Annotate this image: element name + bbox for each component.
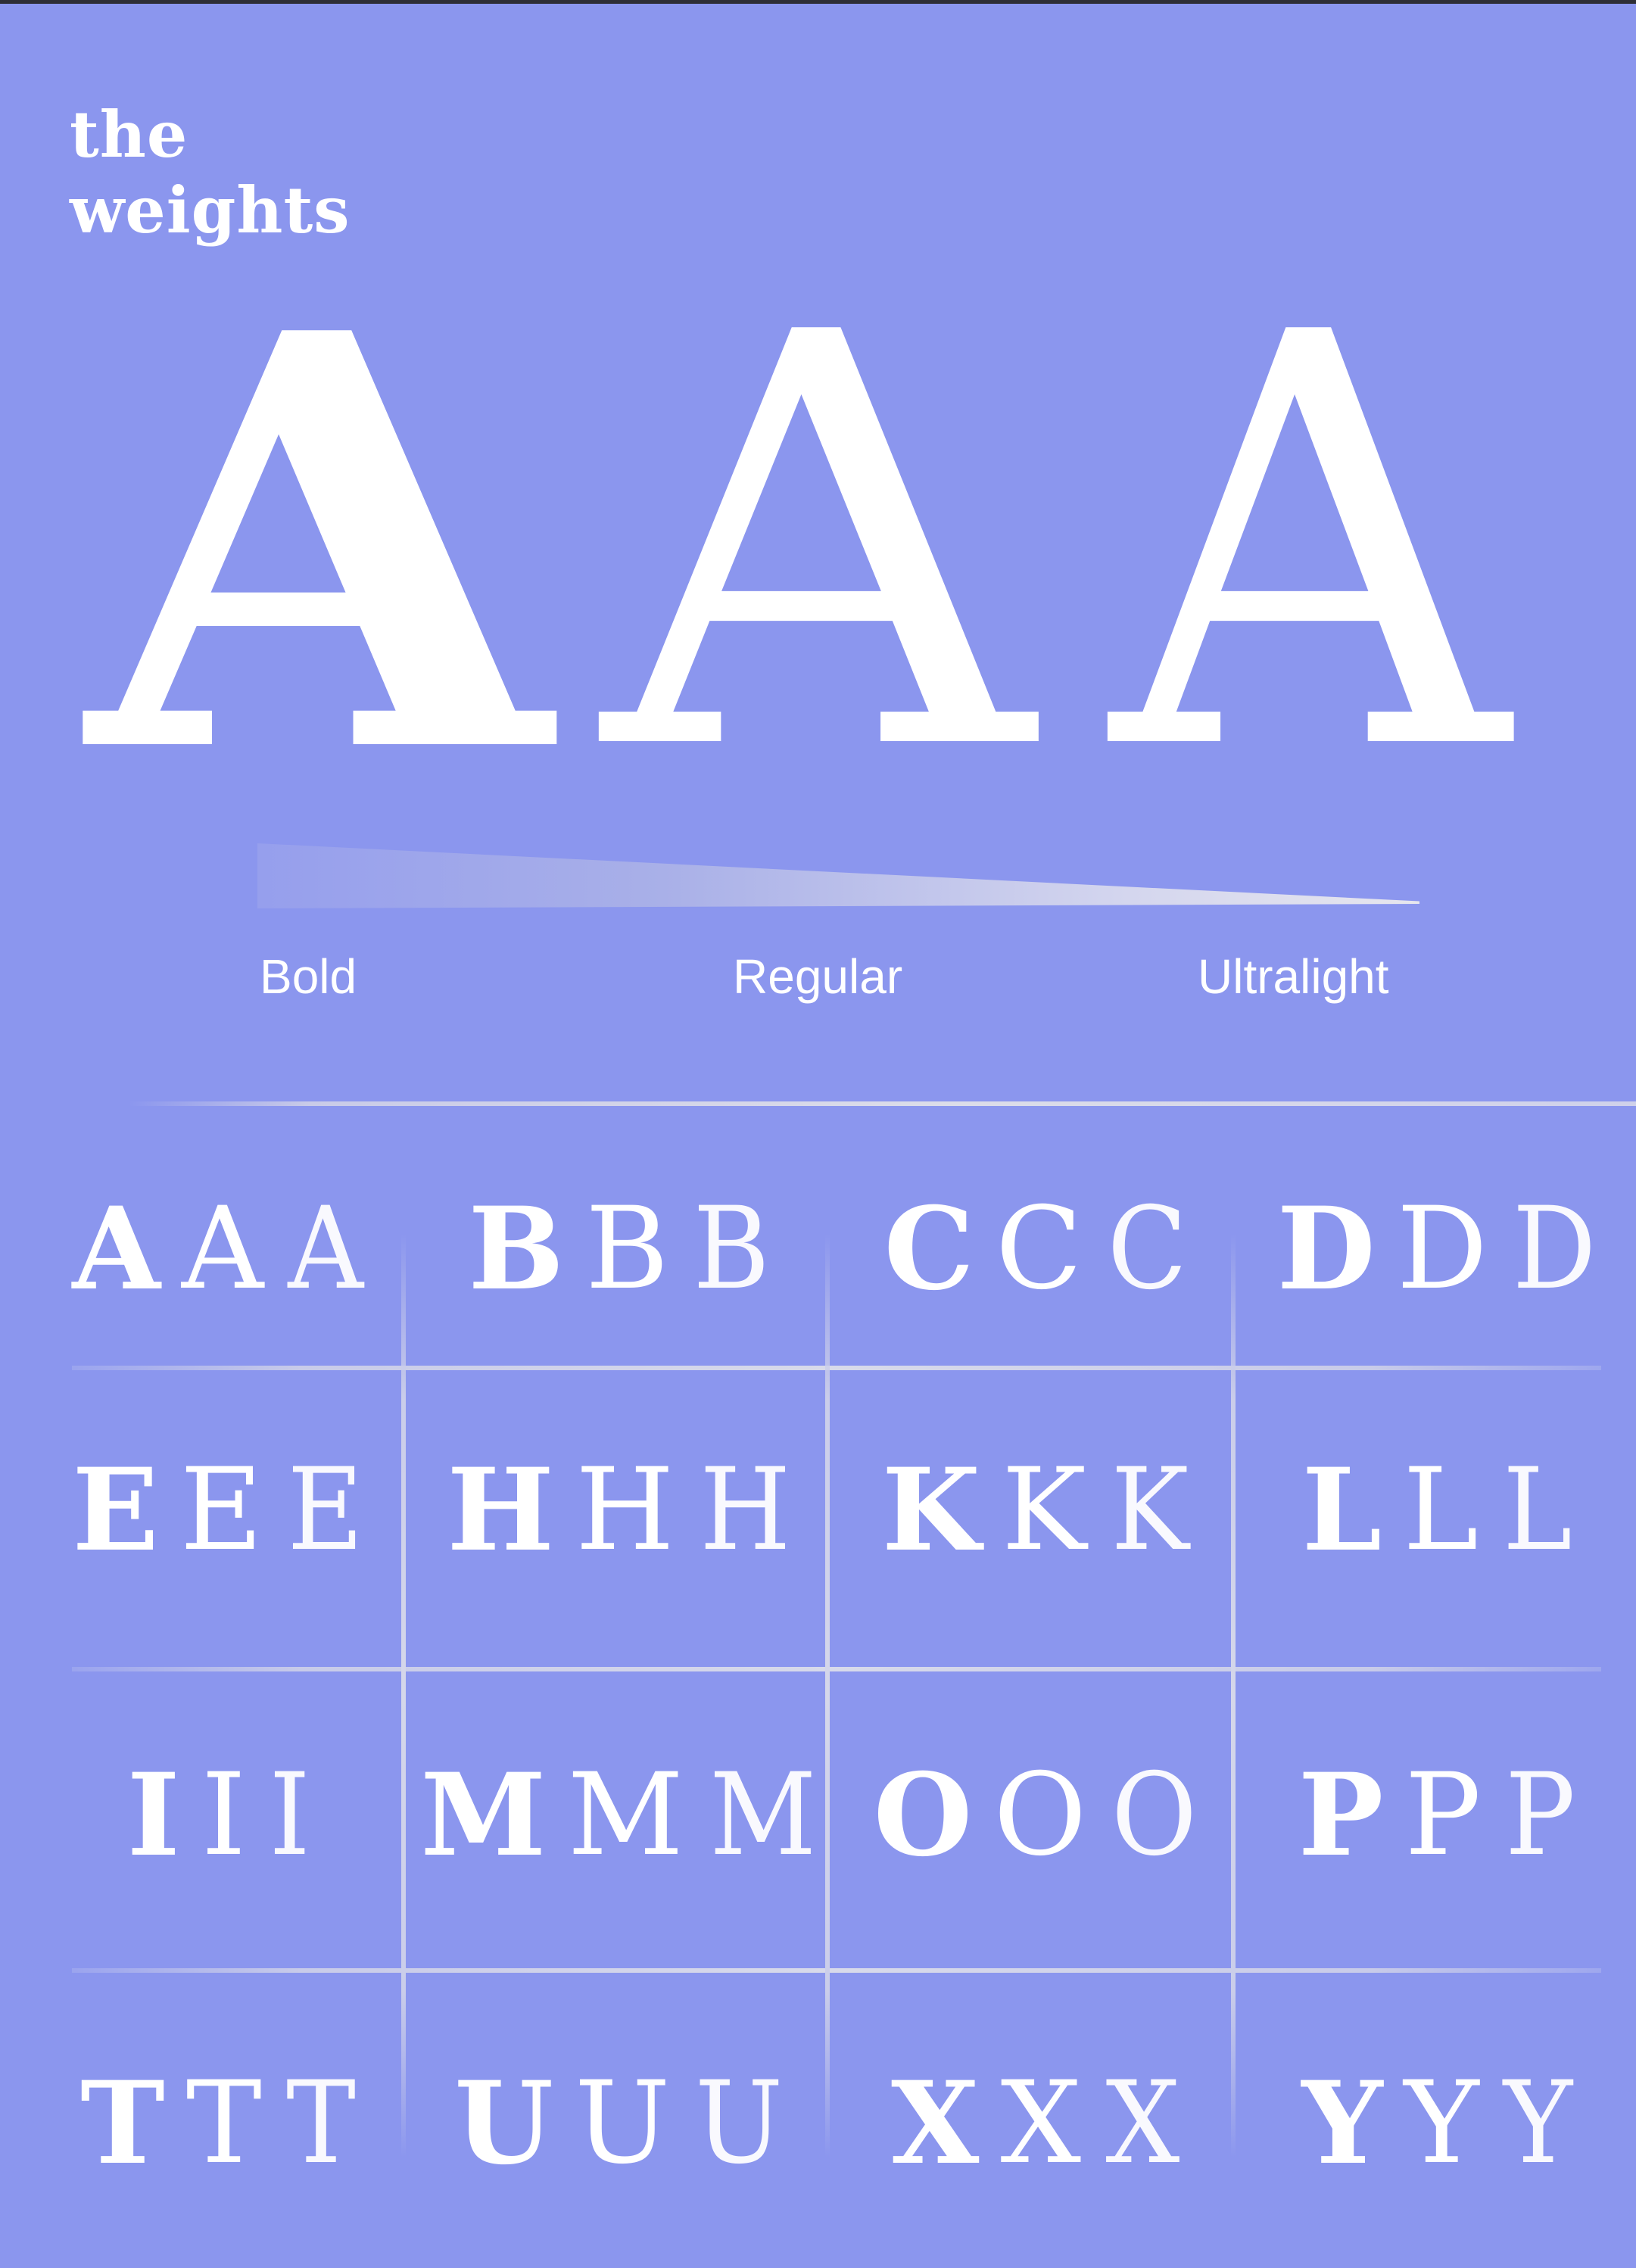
glyph-regular: U (574, 2058, 671, 2189)
glyph-ultralight: D (1512, 1183, 1597, 1315)
hero-glyph-regular: A (602, 214, 1033, 875)
glyph-cell-x: X X X (840, 2055, 1234, 2192)
glyph-bold: K (881, 1444, 981, 1577)
grid-column-rule (1231, 1234, 1236, 2157)
glyph-cell-c: C C C (840, 1181, 1234, 1317)
weight-label-bold: Bold (260, 949, 357, 1004)
glyph-regular: M (567, 1749, 684, 1881)
glyph-cell-e: E E E (23, 1442, 416, 1578)
title-line-1: the (70, 97, 189, 172)
glyph-ultralight: A (288, 1183, 364, 1315)
glyph-ultralight: I (269, 1749, 310, 1881)
glyph-bold: X (891, 2057, 980, 2190)
glyph-bold: I (126, 1749, 180, 1882)
top-border (0, 0, 1636, 4)
glyph-ultralight: X (1105, 2058, 1180, 2189)
glyph-regular: C (995, 1183, 1083, 1315)
glyph-regular: L (1403, 1444, 1479, 1576)
glyph-bold: D (1276, 1182, 1376, 1316)
grid-row-rule (72, 1968, 1601, 1973)
glyph-bold: T (80, 2057, 165, 2190)
glyph-ultralight: M (709, 1749, 817, 1881)
glyph-bold: O (873, 1749, 973, 1882)
glyph-regular: X (1000, 2058, 1082, 2189)
glyph-regular: H (575, 1444, 675, 1576)
weight-label-regular: Regular (733, 949, 903, 1004)
glyph-regular: K (1002, 1444, 1087, 1576)
glyph-cell-y: Y Y Y (1242, 2055, 1635, 2192)
hero-glyph-bold: A (87, 211, 550, 878)
glyph-regular: O (993, 1749, 1087, 1881)
glyph-cell-t: T T T (23, 2055, 416, 2192)
glyph-ultralight: H (700, 1444, 791, 1576)
glyph-regular: P (1404, 1749, 1482, 1881)
weight-label-ultralight: Ultralight (1198, 949, 1389, 1004)
glyph-cell-m: M M M (420, 1747, 818, 1883)
glyph-cell-a: A A A (23, 1181, 416, 1317)
glyph-cell-d: D D D (1242, 1181, 1635, 1317)
glyph-cell-h: H H H (424, 1442, 818, 1578)
grid-row-rule (72, 1366, 1601, 1370)
glyph-ultralight: O (1111, 1749, 1198, 1881)
glyph-regular: E (179, 1444, 263, 1576)
glyph-ultralight: U (695, 2058, 784, 2189)
glyph-regular: I (201, 1749, 247, 1881)
glyph-bold: E (72, 1444, 159, 1577)
glyph-cell-i: I I I (23, 1747, 416, 1883)
glyph-cell-u: U U U (424, 2055, 818, 2192)
glyph-ultralight: C (1107, 1183, 1187, 1315)
glyph-cell-p: P P P (1242, 1747, 1635, 1883)
glyph-bold: A (72, 1182, 160, 1316)
glyph-regular: B (585, 1183, 669, 1315)
glyph-ultralight: K (1111, 1444, 1189, 1576)
glyph-bold: M (420, 1749, 547, 1882)
glyph-bold: L (1301, 1444, 1382, 1577)
glyph-regular: T (185, 2058, 262, 2189)
glyph-ultralight: B (693, 1183, 771, 1315)
glyph-ultralight: E (287, 1444, 364, 1576)
glyph-cell-k: K K K (840, 1442, 1234, 1578)
glyph-cell-o: O O O (840, 1747, 1234, 1883)
glyph-bold: U (454, 2057, 553, 2190)
glyph-bold: Y (1301, 2057, 1383, 2190)
grid-row-rule (72, 1667, 1601, 1671)
glyph-cell-b: B B B (424, 1181, 818, 1317)
glyph-bold: P (1298, 1749, 1384, 1882)
grid-column-rule (825, 1234, 830, 2157)
glyph-ultralight: T (285, 2058, 356, 2189)
glyph-regular: Y (1404, 2058, 1479, 2189)
glyph-bold: H (447, 1444, 555, 1577)
glyph-bold: B (468, 1182, 565, 1316)
glyph-regular: D (1396, 1183, 1488, 1315)
section-divider (129, 1101, 1636, 1106)
glyph-regular: A (181, 1183, 264, 1315)
glyph-cell-l: L L L (1242, 1442, 1635, 1578)
hero-glyph-ultralight: A (1111, 214, 1509, 875)
glyph-ultralight: P (1505, 1749, 1576, 1881)
glyph-ultralight: L (1502, 1444, 1572, 1576)
glyph-ultralight: Y (1503, 2058, 1572, 2189)
glyph-bold: C (883, 1182, 974, 1316)
grid-column-rule (401, 1234, 406, 2157)
